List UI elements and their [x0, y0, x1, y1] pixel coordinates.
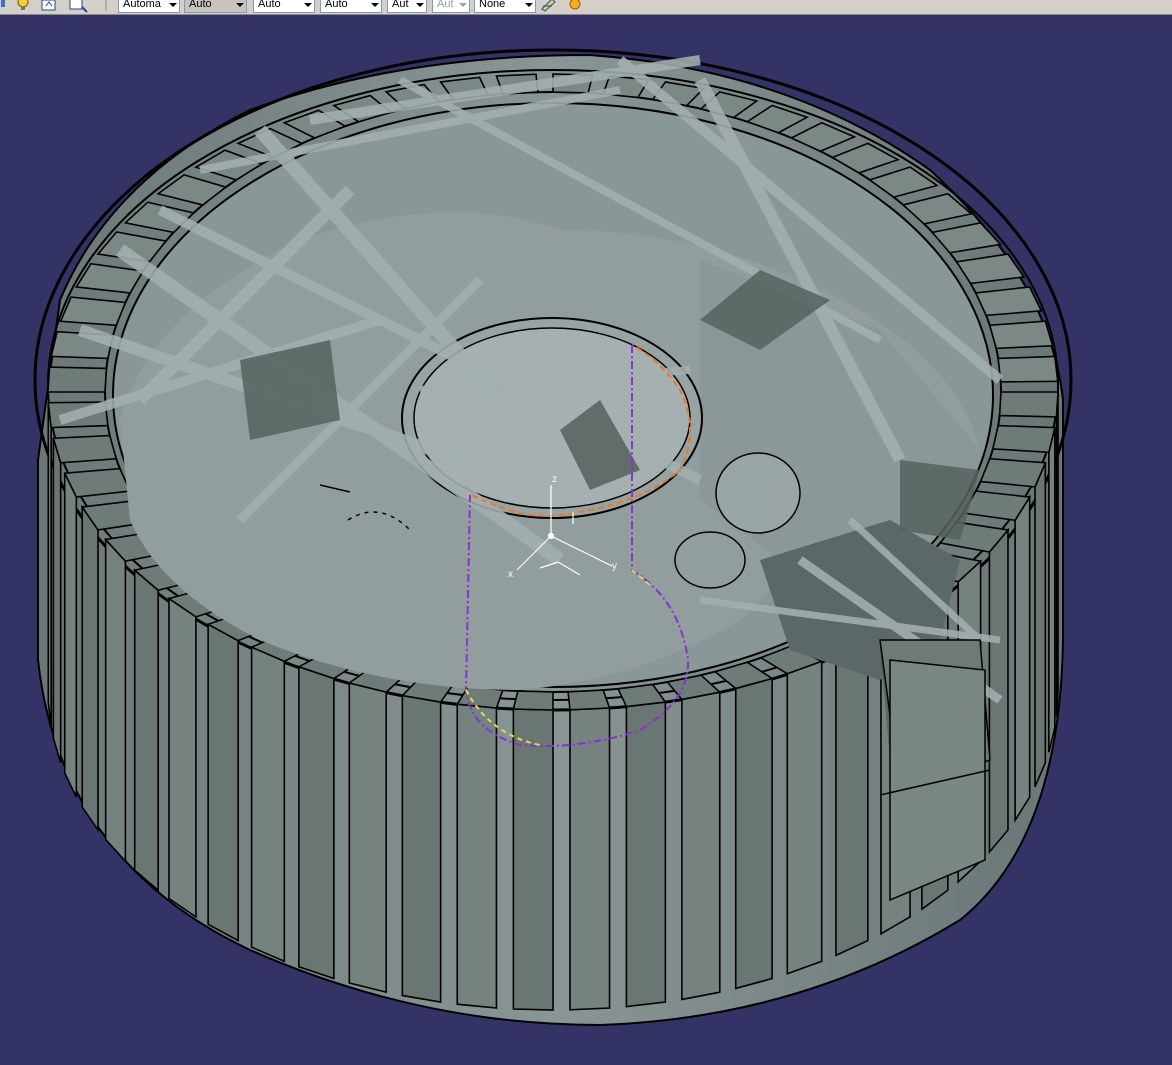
fan-blade: [1014, 494, 1031, 824]
axis-label-y: y: [612, 561, 617, 572]
layer-combo[interactable]: None: [474, 0, 536, 13]
chevron-down-icon: [304, 3, 312, 7]
blade-ring-cell: [567, 689, 611, 711]
format-painter-icon[interactable]: [540, 0, 558, 13]
transparency-combo: Aut: [432, 0, 470, 13]
line-weight-combo[interactable]: Auto: [320, 0, 382, 13]
blade-ring-cell: [979, 457, 1047, 488]
fan-blade: [569, 707, 611, 1011]
chevron-down-icon: [169, 3, 177, 7]
chevron-down-icon: [371, 3, 379, 7]
fan-blade: [47, 402, 52, 728]
cutaway-wall: [879, 639, 991, 902]
chevron-down-icon: [236, 3, 244, 7]
lightbulb-icon[interactable]: [14, 0, 32, 13]
fan-blade: [1034, 462, 1047, 788]
color-value: Aut: [392, 0, 409, 10]
fan-blade: [168, 597, 197, 919]
fan-blade: [81, 504, 99, 833]
line-type-value: Auto: [258, 0, 281, 10]
axis-label-x: x: [508, 569, 513, 580]
fan-blade: [1055, 391, 1059, 717]
blade-ring-cell: [512, 690, 554, 711]
fan-blade: [207, 622, 239, 942]
blade-ring-cell: [997, 355, 1059, 383]
layer-value: None: [479, 0, 506, 10]
layer-filter-value: Auto: [189, 0, 212, 10]
fan-blade: [681, 691, 721, 1001]
fan-blade: [133, 568, 159, 893]
blade-ring-cell: [998, 391, 1059, 418]
line-type-combo[interactable]: Auto: [253, 0, 315, 13]
fan-blade: [104, 537, 127, 864]
fan-blade: [401, 694, 442, 1003]
fan-blade: [348, 681, 388, 994]
fan-blade: [786, 660, 823, 975]
color-combo[interactable]: Aut: [387, 0, 427, 13]
blade-ring-cell: [991, 424, 1056, 454]
fan-blade: [625, 701, 667, 1008]
fan-blade: [1048, 427, 1056, 753]
blade-ring-cell: [988, 320, 1054, 350]
blade-ring-cell: [974, 286, 1043, 317]
line-weight-value: Auto: [325, 0, 348, 10]
fan-blade: [298, 665, 335, 980]
layer-filter-combo[interactable]: Auto: [184, 0, 247, 13]
3d-viewport[interactable]: z x y: [0, 15, 1172, 1065]
render-mode-combo[interactable]: Automa: [118, 0, 180, 13]
blade-ring-cell: [59, 296, 127, 327]
blade-ring-cell: [52, 434, 118, 464]
render-mode-value: Automa: [123, 0, 161, 10]
transparency-value: Aut: [437, 0, 454, 10]
chevron-down-icon: [459, 3, 467, 7]
fan-blade: [250, 645, 286, 963]
fan-blade: [456, 703, 498, 1009]
export-icon[interactable]: [40, 0, 58, 13]
fan-blade: [734, 677, 773, 990]
toolbar: Automa Auto Auto Auto Aut Aut None: [0, 0, 1172, 15]
apply-material-icon[interactable]: [566, 0, 584, 13]
fan-blade: [63, 472, 78, 798]
fan-blade: [835, 639, 869, 957]
axis-label-z: z: [552, 474, 557, 485]
chevron-down-icon: [416, 3, 424, 7]
fan-blade: [512, 708, 554, 1011]
blade-ring-cell: [47, 366, 108, 393]
blade-ring-cell: [63, 467, 132, 498]
chevron-down-icon: [525, 3, 533, 7]
zoom-area-icon[interactable]: [68, 0, 88, 13]
fan-blade: [52, 437, 62, 763]
